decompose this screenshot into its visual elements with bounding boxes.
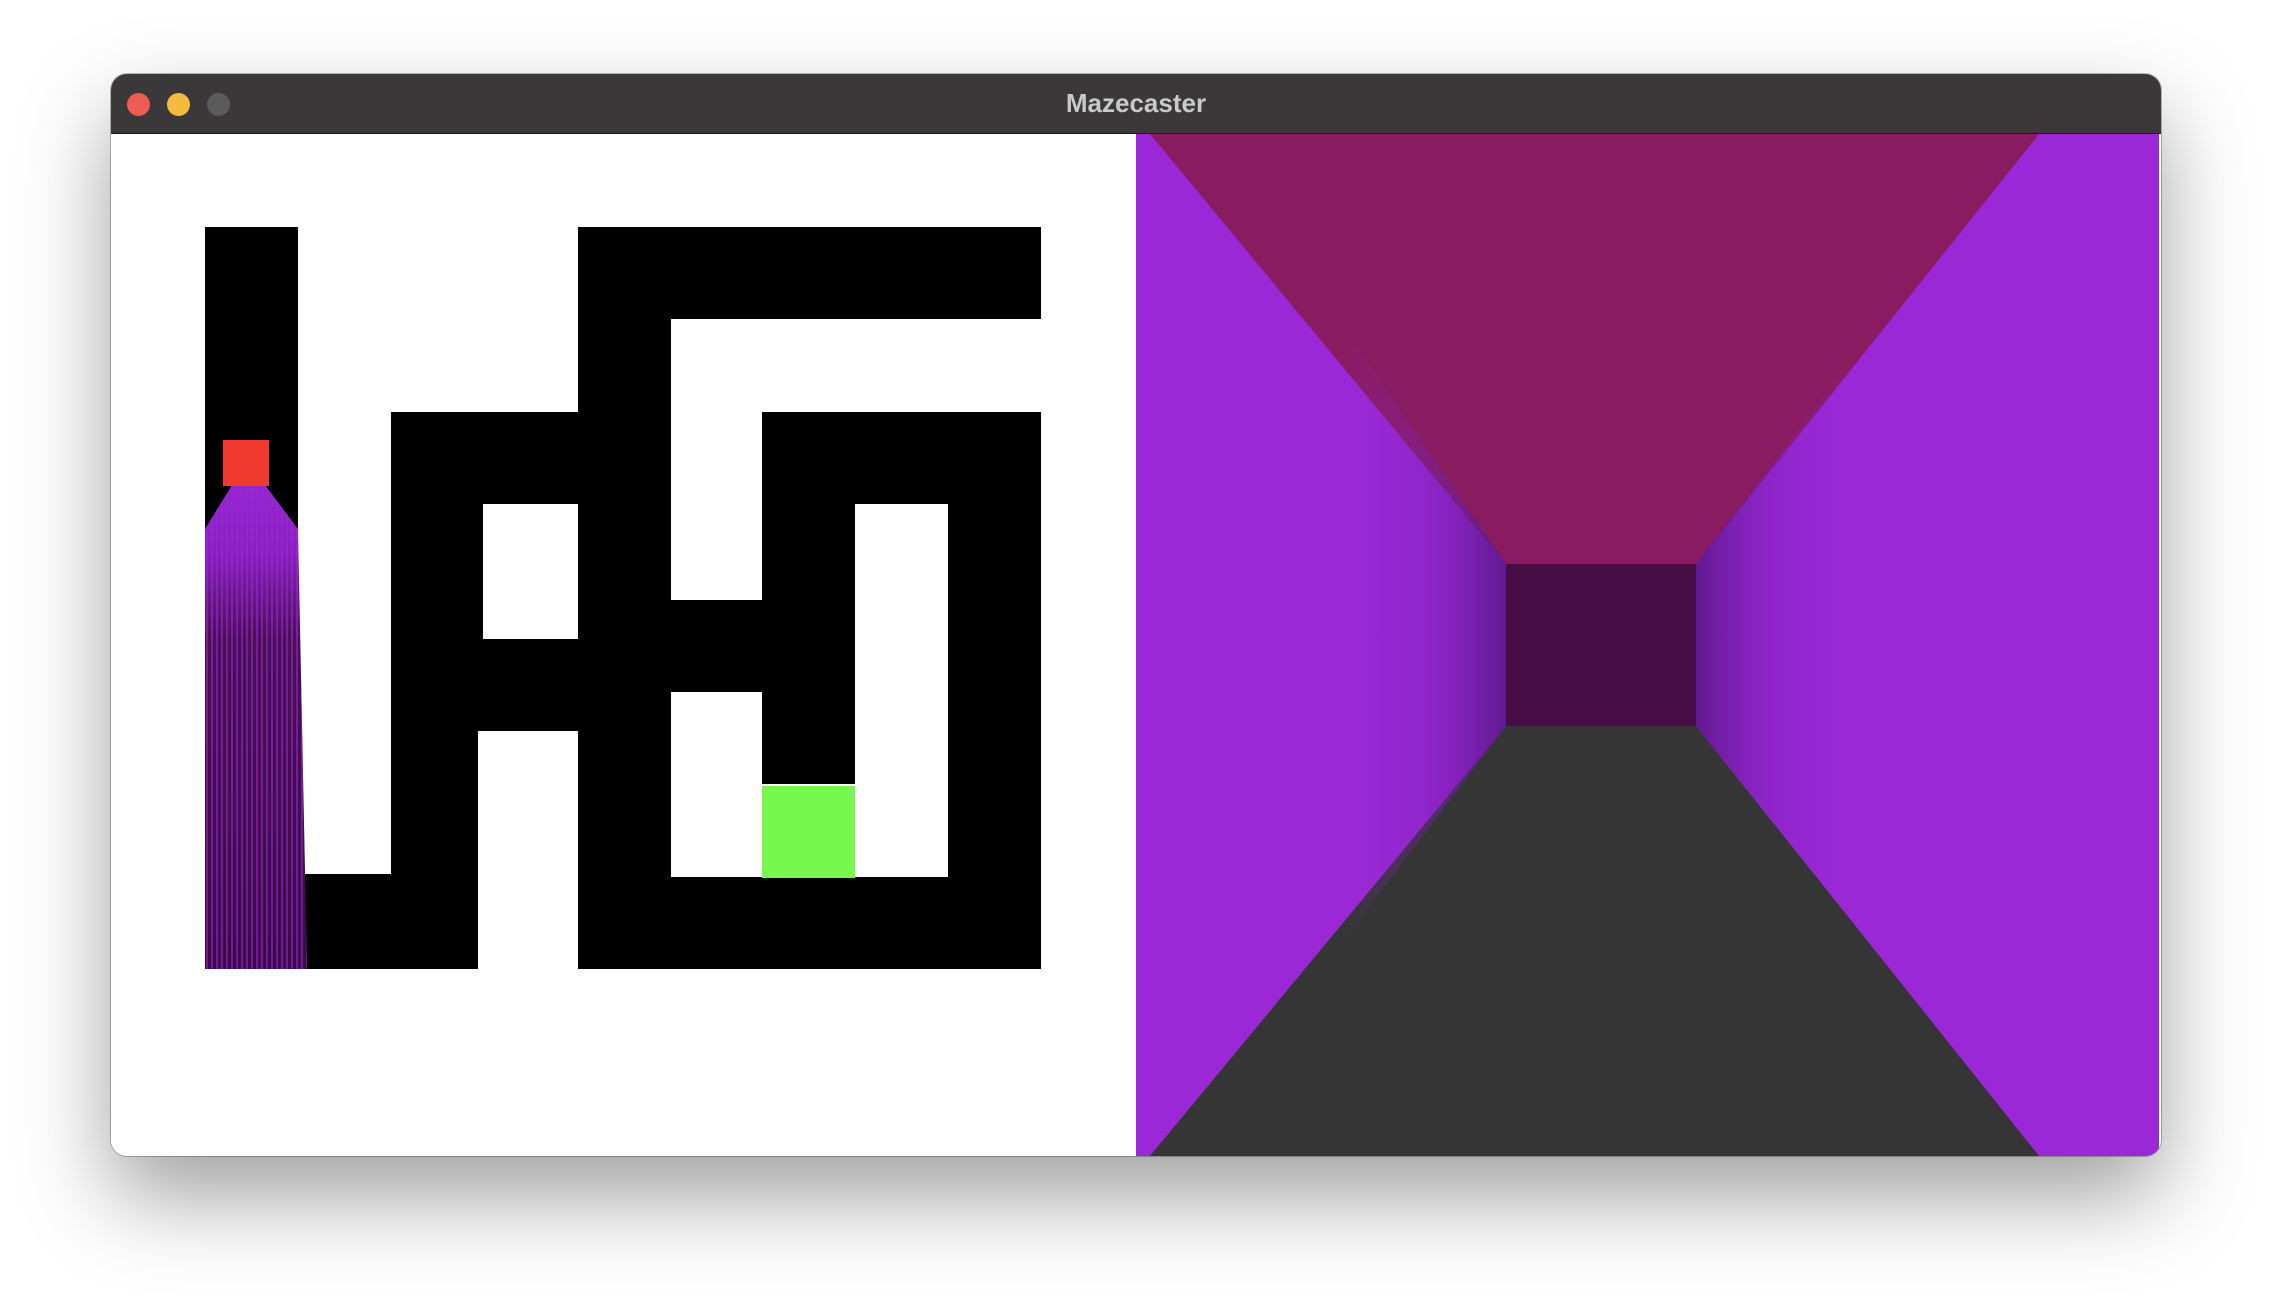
maze-paths <box>205 227 1041 969</box>
minimap-panel[interactable] <box>111 134 1134 1156</box>
minimap-canvas <box>205 227 1041 969</box>
window-title: Mazecaster <box>1065 88 1207 118</box>
window-titlebar[interactable]: Mazecaster <box>111 74 2161 134</box>
window-content <box>111 134 2161 1156</box>
player-marker <box>223 440 269 486</box>
far-wall <box>1506 564 1696 726</box>
ray-fan <box>205 461 307 969</box>
raycast-canvas <box>1136 134 2159 1156</box>
app-window: Mazecaster <box>111 74 2161 1156</box>
goal-marker <box>762 786 855 878</box>
desktop: Mazecaster <box>0 0 2272 1304</box>
raycast-view-panel[interactable] <box>1136 134 2159 1156</box>
